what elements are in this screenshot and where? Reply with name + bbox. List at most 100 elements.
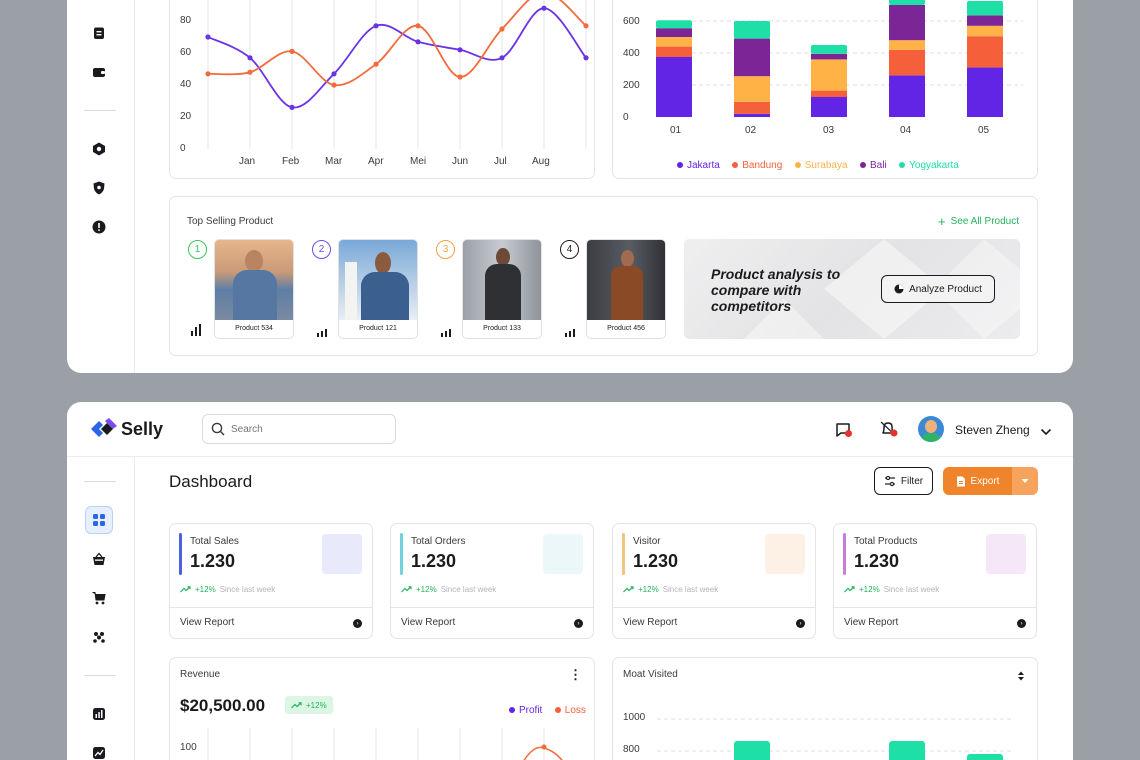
analyze-product-button[interactable]: Analyze Product [881,275,995,303]
chat-icon [836,423,852,437]
stacked-bar-plot [656,0,1023,117]
visited-bar [734,741,770,760]
page-title: Dashboard [169,472,253,491]
view-report-link[interactable]: View Report [401,617,455,628]
data-point [457,74,463,80]
users-icon[interactable] [90,628,108,646]
bar-segment [889,49,925,76]
trend-percent: +12% [638,585,659,594]
see-all-product-link[interactable]: + See All Product [938,215,1019,228]
data-point [415,23,421,29]
product-name: Product 133 [483,325,521,332]
bar-chart-icon[interactable] [441,329,451,337]
bar-segment [967,67,1003,117]
bar-chart-icon[interactable] [565,329,575,337]
messages-button[interactable] [835,421,853,439]
bar-segment [656,37,692,47]
product-name: Product 456 [607,325,645,332]
product-card[interactable]: Product 121 [338,239,418,339]
sidebar-separator [84,481,116,482]
filter-label: Filter [900,475,924,487]
bar-segment [734,21,770,39]
settings-hex-icon[interactable] [90,140,108,158]
search-box[interactable] [202,414,396,444]
data-point [499,55,505,61]
bar-segment [889,5,925,41]
visited-bar [967,754,1003,760]
x-tick: Jan [239,156,256,167]
data-point [373,23,379,29]
product-image [215,240,293,320]
product-card[interactable]: Product 456 [586,239,666,339]
rank-badge: 4 [560,240,579,259]
bar-chart-icon[interactable] [317,329,327,337]
filter-button[interactable]: Filter [874,467,933,495]
view-report-link[interactable]: View Report [623,617,677,628]
trend-up-icon [844,586,855,593]
stat-icon-placeholder [986,534,1026,574]
arrow-right-icon[interactable]: › [1017,619,1026,628]
export-button[interactable]: Export [943,467,1012,495]
product-image [587,240,665,320]
line-chart-plot [205,0,589,149]
stat-title: Total Orders [411,536,466,547]
avatar[interactable] [918,416,944,442]
x-tick: Mar [325,156,343,167]
bar-segment [811,90,847,97]
product-card[interactable]: Product 133 [462,239,542,339]
bar-segment [734,38,770,77]
accent-bar [843,533,846,575]
chevron-down-icon[interactable] [1040,424,1052,442]
export-dropdown-button[interactable] [1012,467,1038,495]
x-tick: Jun [452,156,469,167]
sidebar-item-dashboard[interactable] [85,506,113,534]
sales-line-chart-card: 80 60 40 20 0 Jan Feb Mar Apr Mei Jun Ju… [169,0,595,179]
clipboard-icon[interactable] [90,24,108,42]
view-report-link[interactable]: View Report [844,617,898,628]
alert-icon[interactable] [90,218,108,236]
rank-badge: 3 [436,240,455,259]
x-tick: 03 [823,125,835,136]
user-name[interactable]: Steven Zheng [955,423,1030,437]
trend-percent: +12% [195,585,216,594]
arrow-right-icon[interactable]: › [574,619,583,628]
data-point [331,71,337,77]
stat-card-total-sales: Total Sales 1.230 +12% Since last week V… [169,523,373,639]
data-point [289,104,295,110]
search-input[interactable] [231,423,381,435]
stat-trend: +12% Since last week [180,585,275,594]
brand-logo[interactable]: Selly [91,418,163,440]
product-card[interactable]: Product 534 [214,239,294,339]
analysis-banner: Product analysis to compare with competi… [684,239,1020,339]
data-point [247,69,253,75]
card-divider [170,607,372,608]
shield-icon[interactable] [90,179,108,197]
pie-icon [894,284,904,294]
card-divider [834,607,1036,608]
data-point [457,47,463,53]
cart-icon[interactable] [90,589,108,607]
header-divider [67,456,1073,457]
bar-segment [656,20,692,29]
bar-chart-icon[interactable] [191,324,201,336]
grid-icon [93,514,105,526]
product-name: Product 121 [359,325,397,332]
wallet-icon[interactable] [90,63,108,81]
view-report-link[interactable]: View Report [180,617,234,628]
accent-bar [400,533,403,575]
accent-bar [179,533,182,575]
report-chart-icon[interactable] [90,705,108,723]
bar-segment [811,97,847,117]
basket-icon[interactable] [90,550,108,568]
trend-up-icon [401,586,412,593]
bell-icon [880,421,898,437]
arrow-right-icon[interactable]: › [353,619,362,628]
export-label: Export [970,475,1000,487]
stat-value: 1.230 [190,551,236,571]
arrow-right-icon[interactable]: › [796,619,805,628]
legend-bali: Bali [860,160,887,171]
x-tick: 02 [745,125,757,136]
trend-icon[interactable] [90,744,108,760]
notifications-button[interactable] [879,420,899,438]
product-image [463,240,541,320]
